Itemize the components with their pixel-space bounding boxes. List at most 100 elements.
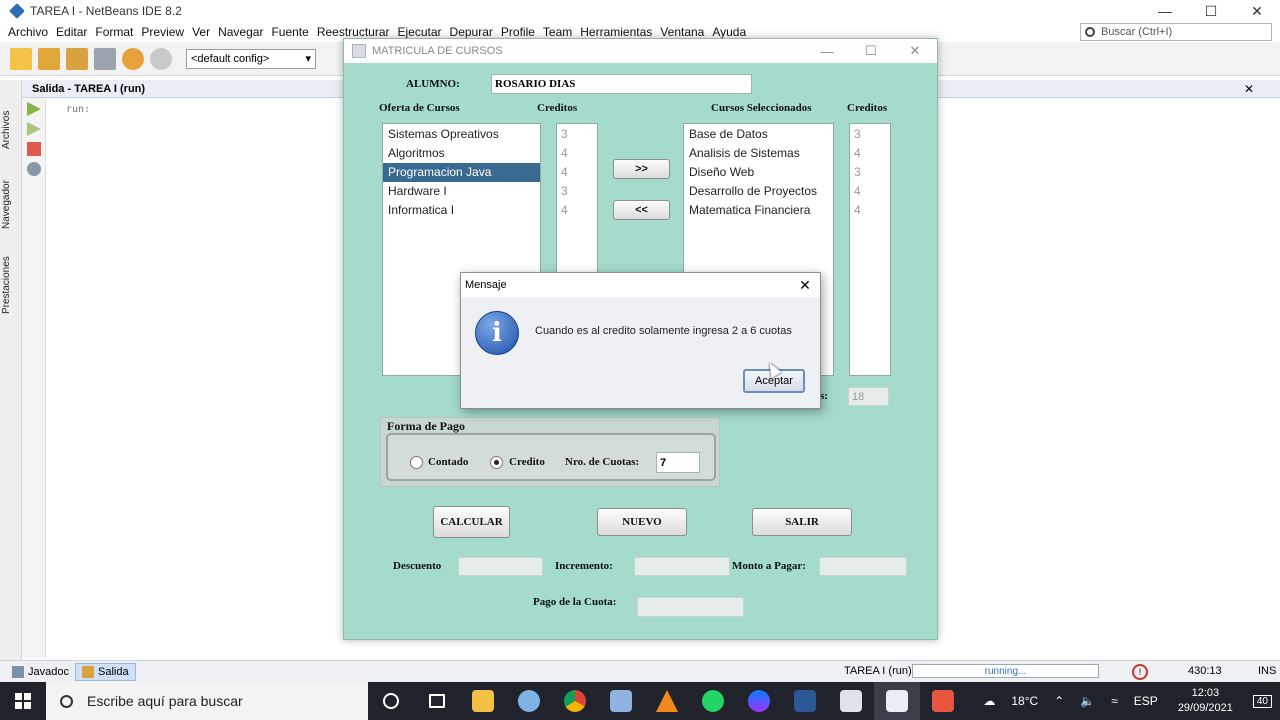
- list-item[interactable]: Matematica Financiera: [684, 201, 833, 220]
- taskbar-search-input[interactable]: Escribe aquí para buscar: [46, 682, 368, 720]
- undo-icon[interactable]: [122, 47, 144, 70]
- taskbar-word[interactable]: [782, 682, 828, 720]
- close-icon[interactable]: ✕: [1234, 0, 1280, 22]
- menu-navegar[interactable]: Navegar: [214, 25, 267, 39]
- taskbar-codeapp[interactable]: [920, 682, 966, 720]
- add-course-button[interactable]: >>: [613, 159, 670, 179]
- list-item[interactable]: Informatica I: [383, 201, 540, 220]
- tray-chevron-up-icon[interactable]: ⌃: [1054, 694, 1064, 708]
- remove-course-button[interactable]: <<: [613, 200, 670, 220]
- list-item[interactable]: 4: [557, 144, 597, 163]
- list-item[interactable]: Base de Datos: [684, 125, 833, 144]
- minimize-icon[interactable]: —: [1142, 0, 1188, 22]
- list-item-selected[interactable]: Programacion Java: [383, 163, 540, 182]
- menu-preview[interactable]: Preview: [137, 25, 188, 39]
- tab-salida[interactable]: Salida: [74, 662, 136, 681]
- salir-button[interactable]: SALIR: [752, 508, 852, 536]
- credito-label[interactable]: Credito: [509, 456, 545, 468]
- volume-icon[interactable]: 🔈: [1080, 694, 1095, 708]
- menu-ayuda[interactable]: Ayuda: [708, 25, 750, 39]
- side-tab-navegador[interactable]: Navegador: [1, 170, 21, 240]
- maximize-icon[interactable]: ☐: [1188, 0, 1234, 22]
- seleccionados-creditos-list[interactable]: 3 4 3 4 4: [849, 123, 891, 376]
- start-button[interactable]: [0, 682, 46, 720]
- menu-archivo[interactable]: Archivo: [4, 25, 52, 39]
- cortana-button[interactable]: [368, 682, 414, 720]
- close-icon[interactable]: ✕: [893, 39, 937, 63]
- menu-editar[interactable]: Editar: [52, 25, 91, 39]
- menu-team[interactable]: Team: [539, 25, 576, 39]
- calcular-button[interactable]: CALCULAR: [433, 506, 510, 538]
- menu-format[interactable]: Format: [91, 25, 137, 39]
- stop-icon[interactable]: [27, 142, 41, 156]
- alumno-field[interactable]: ROSARIO DIAS: [491, 74, 752, 94]
- wifi-icon[interactable]: ≈: [1111, 694, 1118, 708]
- list-item[interactable]: 4: [557, 163, 597, 182]
- list-item[interactable]: Algoritmos: [383, 144, 540, 163]
- close-icon[interactable]: ✕: [790, 273, 820, 297]
- list-item[interactable]: 4: [850, 144, 890, 163]
- taskbar-virtualbox[interactable]: [598, 682, 644, 720]
- new-file-icon[interactable]: [10, 47, 32, 70]
- cuotas-input[interactable]: 7: [656, 452, 700, 473]
- ide-search-input[interactable]: Buscar (Ctrl+I): [1080, 23, 1272, 41]
- taskbar-explorer[interactable]: [460, 682, 506, 720]
- rerun-icon[interactable]: [27, 102, 41, 116]
- menu-ejecutar[interactable]: Ejecutar: [394, 25, 446, 39]
- notification-alert-icon[interactable]: !: [1132, 664, 1148, 680]
- credito-radio[interactable]: [490, 456, 503, 469]
- list-item[interactable]: 3: [557, 125, 597, 144]
- word-icon: [794, 690, 816, 712]
- task-view-button[interactable]: [414, 682, 460, 720]
- list-item[interactable]: 3: [850, 163, 890, 182]
- tab-javadoc[interactable]: Javadoc: [6, 663, 75, 681]
- maximize-icon[interactable]: ☐: [849, 39, 893, 63]
- save-all-icon[interactable]: [94, 47, 116, 70]
- config-select[interactable]: <default config> ▾: [186, 48, 316, 69]
- temperature[interactable]: 18°C: [1011, 694, 1038, 708]
- list-item[interactable]: 4: [850, 182, 890, 201]
- menu-depurar[interactable]: Depurar: [446, 25, 497, 39]
- contado-radio[interactable]: [410, 456, 423, 469]
- menu-ver[interactable]: Ver: [188, 25, 214, 39]
- menu-fuente[interactable]: Fuente: [267, 25, 312, 39]
- open-project-icon[interactable]: [66, 47, 88, 70]
- nuevo-button[interactable]: NUEVO: [597, 508, 687, 536]
- notification-center-icon[interactable]: 40: [1252, 694, 1272, 708]
- list-item[interactable]: Sistemas Opreativos: [383, 125, 540, 144]
- taskbar-whatsapp[interactable]: [690, 682, 736, 720]
- status-project[interactable]: TAREA I (run): [844, 665, 912, 677]
- list-item[interactable]: 3: [850, 125, 890, 144]
- minimize-icon[interactable]: —: [805, 39, 849, 63]
- taskbar-messenger[interactable]: [736, 682, 782, 720]
- list-item[interactable]: Diseño Web: [684, 163, 833, 182]
- contado-label[interactable]: Contado: [428, 456, 468, 468]
- list-item[interactable]: Analisis de Sistemas: [684, 144, 833, 163]
- taskbar-vlc[interactable]: [644, 682, 690, 720]
- menu-ventana[interactable]: Ventana: [656, 25, 708, 39]
- creditos-label-2: Creditos: [847, 102, 888, 114]
- side-tab-archivos[interactable]: Archivos: [1, 100, 21, 160]
- settings-icon[interactable]: [27, 162, 41, 176]
- taskbar-paint[interactable]: [506, 682, 552, 720]
- list-item[interactable]: 3: [557, 182, 597, 201]
- list-item[interactable]: Desarrollo de Proyectos: [684, 182, 833, 201]
- new-project-icon[interactable]: [38, 47, 60, 70]
- language-indicator[interactable]: ESP: [1134, 694, 1158, 708]
- list-item[interactable]: 4: [557, 201, 597, 220]
- clock[interactable]: 12:03 29/09/2021: [1178, 686, 1233, 716]
- taskbar-app-window[interactable]: [828, 682, 874, 720]
- rerun-different-icon[interactable]: [27, 122, 41, 136]
- progress-bar[interactable]: running...: [912, 664, 1099, 678]
- list-item[interactable]: 4: [850, 201, 890, 220]
- taskbar-chrome[interactable]: [552, 682, 598, 720]
- redo-icon[interactable]: [150, 47, 172, 70]
- weather-cloud-icon[interactable]: ☁: [983, 694, 995, 708]
- taskbar-java[interactable]: [874, 682, 920, 720]
- close-output-icon[interactable]: ✕: [1244, 82, 1254, 96]
- menu-profile[interactable]: Profile: [497, 25, 539, 39]
- side-tab-prestaciones[interactable]: Prestaciones: [1, 245, 21, 325]
- menu-reestructurar[interactable]: Reestructurar: [313, 25, 394, 39]
- list-item[interactable]: Hardware I: [383, 182, 540, 201]
- menu-herramientas[interactable]: Herramientas: [576, 25, 656, 39]
